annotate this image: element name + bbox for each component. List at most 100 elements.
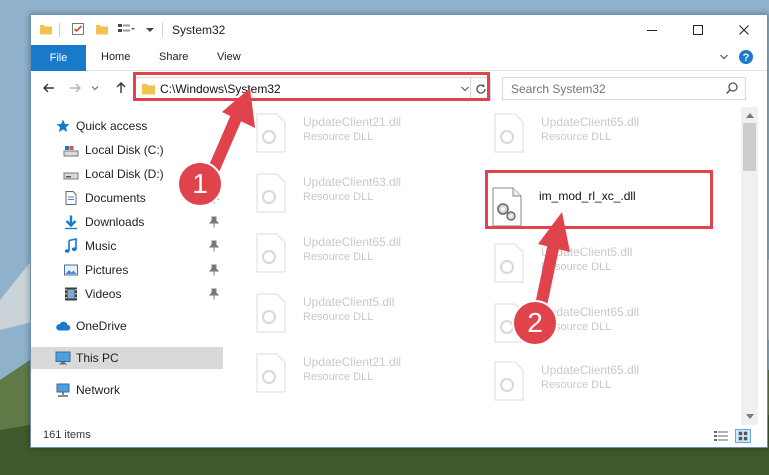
- star-icon: [56, 119, 70, 132]
- arrow-right-icon: [70, 83, 81, 93]
- file-name: UpdateClient21.dll: [303, 115, 402, 129]
- search-box[interactable]: [502, 77, 746, 100]
- folder-icon: [40, 25, 52, 35]
- drive-icon: [63, 146, 79, 157]
- dll-file-icon: [256, 293, 286, 333]
- vertical-scrollbar[interactable]: [741, 107, 758, 425]
- tab-home[interactable]: Home: [101, 51, 130, 63]
- sidebar-item-downloads[interactable]: Downloads: [31, 211, 223, 233]
- help-button[interactable]: ?: [737, 48, 755, 66]
- back-button[interactable]: [39, 78, 59, 98]
- window-title: System32: [172, 23, 226, 37]
- dll-file-icon: [256, 233, 286, 273]
- chevron-down-icon: [720, 54, 728, 60]
- file-type: Resource DLL: [541, 131, 612, 143]
- chevron-down-icon: [745, 414, 754, 419]
- sidebar-item-label: Local Disk (C:): [85, 143, 164, 157]
- pin-icon[interactable]: [209, 288, 219, 300]
- pin-icon[interactable]: [209, 216, 219, 228]
- pin-icon[interactable]: [209, 264, 219, 276]
- sidebar-item-local-disk-c[interactable]: Local Disk (C:): [31, 139, 223, 161]
- expand-ribbon-button[interactable]: [715, 48, 733, 66]
- file-item[interactable]: UpdateClient65.dll Resource DLL: [247, 227, 477, 279]
- dll-file-icon: [494, 113, 524, 153]
- sidebar-item-onedrive[interactable]: OneDrive: [31, 315, 223, 337]
- file-name: UpdateClient63.dll: [303, 175, 402, 189]
- file-item[interactable]: UpdateClient63.dll Resource DLL: [247, 167, 477, 219]
- sidebar-item-label: This PC: [76, 351, 119, 365]
- close-button[interactable]: [721, 15, 767, 45]
- navigation-pane: Quick access Local Disk (C:) Local Disk …: [31, 107, 225, 417]
- tab-share[interactable]: Share: [159, 51, 188, 63]
- file-item[interactable]: UpdateClient65.dll Resource DLL: [485, 107, 715, 159]
- pictures-icon: [64, 264, 78, 276]
- sidebar-item-quick-access[interactable]: Quick access: [31, 115, 223, 137]
- file-type: Resource DLL: [541, 379, 612, 391]
- sidebar-item-label: Music: [85, 239, 117, 253]
- computer-icon: [55, 351, 71, 365]
- file-item[interactable]: UpdateClient65.dll Resource DLL: [485, 355, 715, 407]
- file-type: Resource DLL: [303, 251, 374, 263]
- file-highlight: [485, 170, 713, 229]
- file-item[interactable]: UpdateClient21.dll Resource DLL: [247, 347, 477, 399]
- dll-file-icon: [494, 361, 524, 401]
- cloud-icon: [56, 321, 71, 331]
- toolbar-separator: [59, 23, 60, 37]
- file-item[interactable]: UpdateClient21.dll Resource DLL: [247, 107, 477, 159]
- chevron-up-icon: [745, 113, 754, 118]
- tab-view[interactable]: View: [217, 51, 241, 63]
- step-1-marker: 1: [177, 161, 223, 207]
- file-item[interactable]: UpdateClient5.dll Resource DLL: [247, 287, 477, 339]
- sidebar-item-label: Downloads: [85, 215, 145, 229]
- file-type: Resource DLL: [541, 261, 612, 273]
- dll-file-icon: [494, 243, 524, 283]
- tab-file[interactable]: File: [31, 45, 86, 71]
- file-type: Resource DLL: [303, 311, 374, 323]
- file-name: UpdateClient5.dll: [541, 245, 633, 259]
- music-icon: [64, 238, 77, 253]
- address-bar-highlight: [133, 72, 490, 101]
- scroll-down-button[interactable]: [741, 409, 758, 425]
- file-list: UpdateClient21.dll Resource DLL UpdateCl…: [227, 107, 741, 417]
- file-type: Resource DLL: [303, 371, 374, 383]
- sidebar-item-pictures[interactable]: Pictures: [31, 259, 223, 281]
- properties-icon[interactable]: [71, 22, 85, 36]
- documents-icon: [65, 191, 77, 205]
- sidebar-item-network[interactable]: Network: [31, 379, 223, 401]
- drive-icon: [63, 172, 79, 180]
- title-separator: [162, 23, 163, 37]
- arrow-up-icon: [116, 82, 126, 93]
- sidebar-item-label: Videos: [85, 287, 122, 301]
- search-icon[interactable]: [725, 81, 739, 95]
- arrow-left-icon: [43, 83, 54, 93]
- dll-file-icon: [256, 173, 286, 213]
- scroll-thumb[interactable]: [743, 123, 756, 171]
- details-view-icon[interactable]: [713, 429, 729, 443]
- up-button[interactable]: [111, 78, 131, 98]
- item-count: 161 items: [43, 429, 91, 441]
- chevron-down-icon: [91, 86, 99, 91]
- title-bar: System32: [31, 15, 767, 45]
- file-name: UpdateClient65.dll: [303, 235, 402, 249]
- videos-icon: [65, 287, 77, 301]
- sidebar-item-videos[interactable]: Videos: [31, 283, 223, 305]
- dll-file-icon: [256, 353, 286, 393]
- sidebar-item-label: Pictures: [85, 263, 129, 277]
- sidebar-item-music[interactable]: Music: [31, 235, 223, 257]
- sidebar-item-label: OneDrive: [76, 319, 127, 333]
- sidebar-item-this-pc[interactable]: This PC: [31, 347, 223, 369]
- maximize-button[interactable]: [675, 15, 721, 45]
- chevron-down-icon[interactable]: [145, 22, 155, 36]
- sidebar-item-label: Network: [76, 383, 121, 397]
- new-folder-icon[interactable]: [95, 22, 109, 36]
- search-input[interactable]: [503, 78, 713, 99]
- ribbon-tabs: File Home Share View ?: [31, 45, 767, 71]
- large-icons-view-icon[interactable]: [735, 429, 751, 443]
- forward-button[interactable]: [65, 78, 85, 98]
- file-item[interactable]: UpdateClient5.dll Resource DLL: [485, 237, 715, 289]
- recent-locations-button[interactable]: [89, 78, 101, 98]
- pin-icon[interactable]: [209, 240, 219, 252]
- scroll-up-button[interactable]: [741, 107, 758, 123]
- minimize-button[interactable]: [629, 15, 675, 45]
- customize-toolbar-icon[interactable]: [117, 22, 135, 36]
